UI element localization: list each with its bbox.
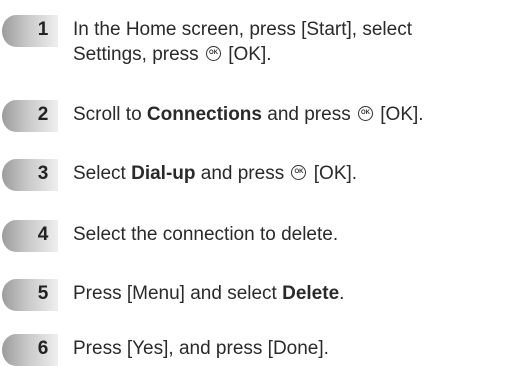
step-text: Press [Yes], and press [Done]. [73, 338, 329, 359]
step-number: 2 [37, 104, 49, 125]
step-text: Select the connection to delete. [73, 224, 339, 245]
instruction-steps: 1 In the Home screen, press [Start], sel… [0, 0, 519, 366]
step-number-badge: 1 [2, 15, 58, 47]
text-segment: and press [261, 104, 356, 125]
ok-button-icon: OK [291, 165, 307, 180]
text-segment: . [339, 283, 345, 304]
ok-button-icon: OK [357, 106, 373, 121]
menu-item-name: Connections [146, 104, 262, 125]
text-segment: Scroll to [73, 104, 147, 125]
step-number: 1 [37, 19, 49, 40]
step-number: 5 [37, 283, 49, 304]
text-segment: Select [73, 163, 132, 184]
step-number: 4 [37, 224, 49, 245]
text-segment: [OK]. [222, 44, 272, 65]
text-segment: and press [195, 163, 290, 184]
text-segment: [OK]. [308, 163, 358, 184]
ok-button-icon: OK [205, 46, 221, 61]
step-number-badge: 6 [2, 334, 58, 366]
step-text: Select Dial-up and press OK [OK]. [73, 162, 513, 186]
step-text-line-2: Settings, press OK [OK]. [73, 43, 513, 67]
step-text: In the Home screen, press [Start], selec… [73, 18, 513, 67]
step-number-badge: 2 [2, 100, 58, 132]
step-number: 3 [37, 163, 49, 184]
step-number-badge: 5 [2, 279, 58, 311]
text-segment: Settings, press [73, 44, 204, 65]
step-number-badge: 3 [2, 159, 58, 191]
step-text: Scroll to Connections and press OK [OK]. [73, 103, 513, 127]
text-segment: [OK]. [374, 104, 424, 125]
step-number: 6 [37, 338, 49, 359]
menu-item-name: Delete [282, 283, 340, 304]
step-text-line-1: In the Home screen, press [Start], selec… [73, 19, 412, 40]
step-text: Press [Menu] and select Delete. [73, 282, 513, 306]
step-number-badge: 4 [2, 220, 58, 252]
text-segment: Press [Menu] and select [73, 283, 283, 304]
menu-item-name: Dial-up [131, 163, 196, 184]
